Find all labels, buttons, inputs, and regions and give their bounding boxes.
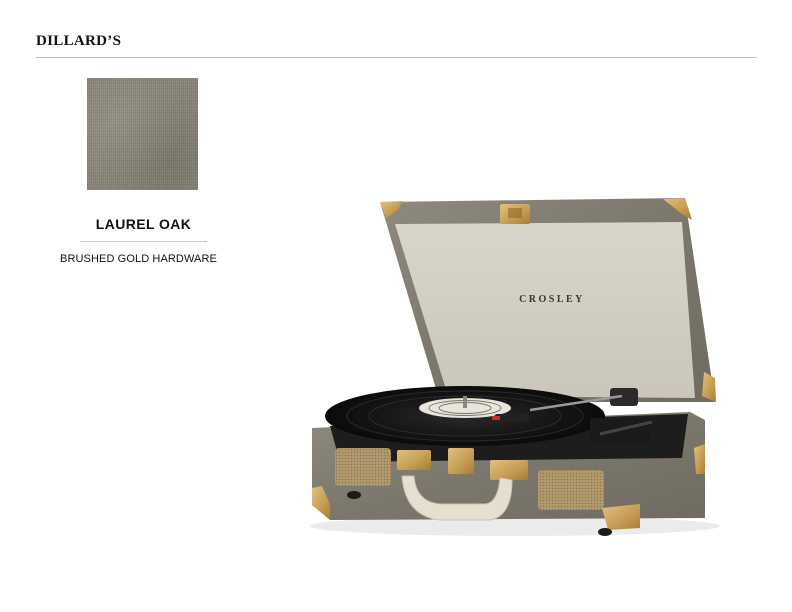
left-latch (397, 450, 431, 470)
color-name: LAUREL OAK (95, 216, 192, 232)
vinyl-record (325, 386, 605, 446)
color-divider (80, 241, 207, 242)
header-divider (36, 57, 757, 58)
color-swatch (87, 78, 198, 190)
turntable-lid: CROSLEY (380, 198, 716, 402)
center-latch (448, 448, 474, 474)
left-speaker-grille (335, 448, 391, 486)
right-latch (490, 460, 528, 480)
brand-logo: DILLARD’S (36, 33, 122, 49)
turntable-product-image: CROSLEY (310, 198, 720, 536)
lid-logo: CROSLEY (519, 294, 585, 305)
right-speaker-grille (538, 470, 604, 510)
hardware-description: BRUSHED GOLD HARDWARE (60, 253, 217, 265)
